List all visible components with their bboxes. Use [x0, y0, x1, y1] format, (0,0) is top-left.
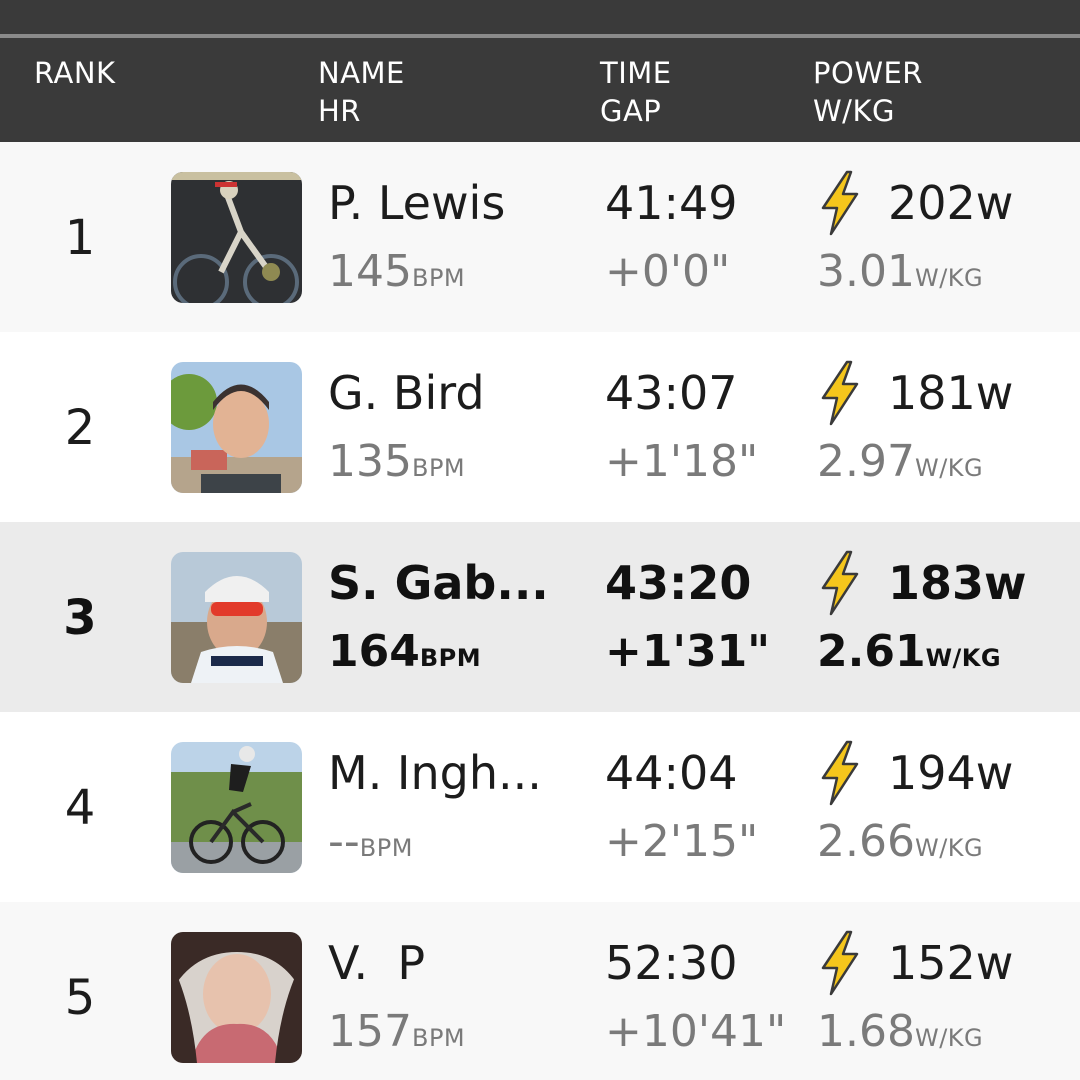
finish-time: 44:04	[605, 746, 738, 800]
watts-per-kg: 2.97W/KG	[817, 436, 984, 487]
power-watts: 181w	[888, 366, 1014, 420]
lightning-bolt-icon	[817, 170, 863, 236]
rider-name: S. Gab...	[328, 556, 549, 610]
power-watts: 202w	[888, 176, 1014, 230]
avatar	[171, 742, 302, 873]
rank-label: RANK	[34, 56, 116, 90]
rider-name: G. Bird	[328, 366, 485, 420]
power-watts: 183w	[888, 556, 1027, 610]
rank: 5	[64, 970, 96, 1026]
time-gap: +2'15"	[605, 816, 759, 867]
heart-rate: 157BPM	[328, 1006, 466, 1057]
rider-name: M. Ingh...	[328, 746, 542, 800]
status-bar	[0, 0, 1080, 34]
finish-time: 43:20	[605, 556, 752, 610]
power-label: POWER	[813, 56, 923, 90]
lightning-bolt-icon	[817, 360, 863, 426]
rank: 4	[64, 780, 96, 836]
rider-name: V. P	[328, 936, 426, 990]
column-header-rank[interactable]: RANK	[34, 54, 116, 92]
finish-time: 52:30	[605, 936, 738, 990]
name-label: NAME	[318, 56, 405, 90]
rank: 2	[64, 400, 96, 456]
leaderboard-row[interactable]: 4 M. Ingh... --BPM 44:04 +2'15" 194w 2.6…	[0, 712, 1080, 902]
rank: 1	[64, 210, 96, 266]
power-watts: 152w	[888, 936, 1014, 990]
rider-name: P. Lewis	[328, 176, 506, 230]
lightning-bolt-icon	[817, 740, 863, 806]
hr-label: HR	[318, 94, 361, 128]
lightning-bolt-icon	[817, 550, 863, 616]
leaderboard-row[interactable]: 5 V. P 157BPM 52:30 +10'41" 152w 1.68W/K…	[0, 902, 1080, 1080]
time-gap: +0'0"	[605, 246, 731, 297]
heart-rate: 164BPM	[328, 626, 482, 677]
avatar	[171, 172, 302, 303]
watts-per-kg: 1.68W/KG	[817, 1006, 984, 1057]
time-gap: +1'31"	[605, 626, 771, 677]
gap-label: GAP	[600, 94, 662, 128]
heart-rate: 145BPM	[328, 246, 466, 297]
finish-time: 41:49	[605, 176, 738, 230]
lightning-bolt-icon	[817, 930, 863, 996]
avatar	[171, 552, 302, 683]
power-watts: 194w	[888, 746, 1014, 800]
column-header-power-wkg[interactable]: POWER W/KG	[813, 54, 923, 130]
rank: 3	[63, 590, 97, 646]
time-gap: +1'18"	[605, 436, 759, 487]
wkg-label: W/KG	[813, 94, 895, 128]
heart-rate: 135BPM	[328, 436, 466, 487]
finish-time: 43:07	[605, 366, 738, 420]
watts-per-kg: 3.01W/KG	[817, 246, 984, 297]
leaderboard-row[interactable]: 1 P. Lewis 145BPM 41:49 +0'0" 202w 3.01W…	[0, 142, 1080, 332]
column-header-time-gap[interactable]: TIME GAP	[600, 54, 672, 130]
avatar	[171, 932, 302, 1063]
leaderboard-row-current-user[interactable]: 3 S. Gab... 164BPM 43:20 +1'31" 183w 2.6…	[0, 522, 1080, 712]
time-gap: +10'41"	[605, 1006, 787, 1057]
avatar	[171, 362, 302, 493]
leaderboard-header: RANK NAME HR TIME GAP POWER W/KG	[0, 38, 1080, 142]
heart-rate: --BPM	[328, 816, 413, 867]
column-header-name-hr[interactable]: NAME HR	[318, 54, 405, 130]
time-label: TIME	[600, 56, 672, 90]
leaderboard-row[interactable]: 2 G. Bird 135BPM 43:07 +1'18" 181w 2.97W…	[0, 332, 1080, 522]
watts-per-kg: 2.61W/KG	[817, 626, 1002, 677]
watts-per-kg: 2.66W/KG	[817, 816, 984, 867]
